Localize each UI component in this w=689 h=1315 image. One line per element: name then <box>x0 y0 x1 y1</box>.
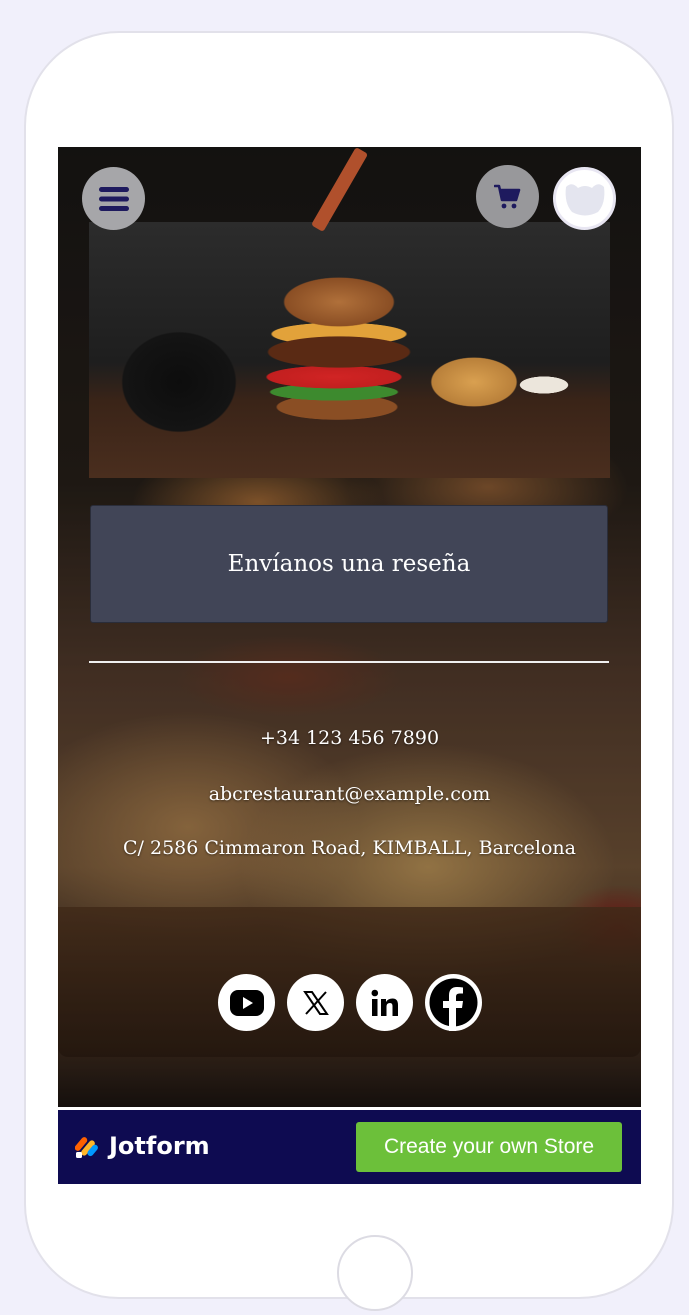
facebook-icon <box>429 978 478 1031</box>
contact-address: C/ 2586 Cimmaron Road, KIMBALL, Barcelon… <box>123 837 576 859</box>
menu-button[interactable] <box>82 167 145 230</box>
x-icon <box>302 990 329 1015</box>
cart-button[interactable] <box>476 165 539 228</box>
hamburger-menu-icon <box>98 186 129 211</box>
jotform-logo[interactable]: Jotform <box>75 1132 210 1160</box>
youtube-icon <box>229 989 264 1016</box>
contact-email[interactable]: abcrestaurant@example.com <box>58 783 641 805</box>
jotform-brand-name: Jotform <box>109 1132 210 1160</box>
store-avatar[interactable] <box>553 167 616 230</box>
store-screen: Envíanos una reseña +34 123 456 7890 abc… <box>58 147 641 1184</box>
home-button[interactable] <box>337 1235 413 1311</box>
divider <box>89 661 609 663</box>
store-logo-avatar <box>565 183 604 215</box>
linkedin-link[interactable] <box>356 974 413 1031</box>
social-links <box>218 974 482 1032</box>
create-store-button[interactable]: Create your own Store <box>356 1122 622 1172</box>
send-review-label: Envíanos una reseña <box>227 551 471 577</box>
jotform-logo-icon <box>75 1137 98 1158</box>
jotform-footer: Jotform Create your own Store <box>58 1107 641 1184</box>
x-link[interactable] <box>287 974 344 1031</box>
youtube-link[interactable] <box>218 974 275 1031</box>
facebook-link[interactable] <box>425 974 482 1031</box>
shopping-cart-icon <box>493 184 520 208</box>
send-review-button[interactable]: Envíanos una reseña <box>90 505 608 623</box>
linkedin-icon <box>371 989 398 1016</box>
create-store-label: Create your own Store <box>383 1135 595 1158</box>
contact-phone[interactable]: +34 123 456 7890 <box>58 727 641 749</box>
hero-burger-image <box>89 222 610 478</box>
